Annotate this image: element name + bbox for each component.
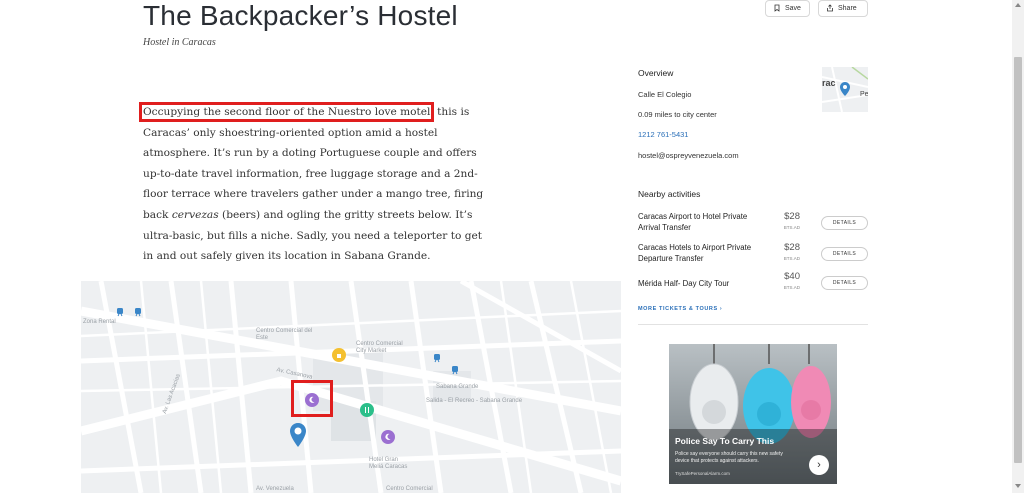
highlighted-text: Occupying the second floor of the Nuestr…: [138, 102, 435, 122]
map-label-centro-comercial: Centro Comercial del Este: [256, 328, 313, 341]
page-title: The Backpacker’s Hostel: [143, 0, 458, 31]
bookmark-icon: [773, 4, 781, 14]
ad-next-button[interactable]: ›: [809, 455, 829, 475]
mini-map-label-2: Pe: [860, 91, 868, 98]
mini-map[interactable]: rac Pe: [822, 67, 868, 112]
scroll-up-arrow-icon[interactable]: [1015, 3, 1021, 7]
mini-map-label: rac: [822, 78, 836, 88]
details-button[interactable]: DETAILS: [821, 216, 868, 230]
activity-name[interactable]: Mérida Half- Day City Tour: [638, 278, 768, 289]
description: Occupying the second floor of the Nuestr…: [138, 102, 495, 267]
map-highlight-box: [291, 380, 333, 417]
divider: [638, 324, 868, 325]
description-em: cervezas: [171, 208, 219, 221]
restaurant-pin-icon[interactable]: [360, 403, 374, 417]
location-marker-icon[interactable]: [289, 422, 307, 453]
phone-link[interactable]: 1212 761-5431: [638, 130, 688, 139]
nearby-title: Nearby activities: [638, 189, 701, 199]
share-label: Share: [838, 5, 857, 12]
more-tickets-link[interactable]: MORE TICKETS & TOURS ›: [638, 306, 722, 312]
activity-name[interactable]: Caracas Hotels to Airport Private Depart…: [638, 242, 768, 264]
train-icon: [131, 305, 145, 319]
scroll-thumb[interactable]: [1014, 57, 1022, 463]
save-button[interactable]: Save: [765, 0, 810, 17]
address: Calle El Colegio: [638, 90, 692, 99]
advertisement[interactable]: Police Say To Carry This Police say ever…: [669, 344, 837, 484]
overview-title: Overview: [638, 68, 674, 78]
hotel-pin-icon[interactable]: [381, 430, 395, 444]
train-icon: [113, 305, 127, 319]
activity-price-note: BTS.AD: [783, 225, 800, 230]
map-streets: [81, 281, 621, 493]
details-button[interactable]: DETAILS: [821, 247, 868, 261]
scroll-down-arrow-icon[interactable]: [1015, 484, 1021, 488]
activity-price-note: BTS.AD: [783, 285, 800, 290]
activity-price: $28: [784, 211, 800, 222]
share-button[interactable]: Share: [818, 0, 868, 17]
save-label: Save: [785, 5, 801, 12]
shopping-pin-icon[interactable]: [332, 348, 346, 362]
activity-price-note: BTS.AD: [783, 256, 800, 261]
map-label-centro-comercial-bottom: Centro Comercial: [386, 486, 433, 492]
activity-price: $40: [784, 271, 800, 282]
map-label-zona-rental: Zona Rental: [83, 319, 116, 325]
distance: 0.09 miles to city center: [638, 110, 717, 119]
map-label-sabana-grande: Sabana Grande: [436, 384, 479, 390]
more-tickets-label: MORE TICKETS & TOURS: [638, 306, 718, 312]
details-button[interactable]: DETAILS: [821, 276, 868, 290]
activity-price: $28: [784, 242, 800, 253]
email[interactable]: hostel@ospreyvenezuela.com: [638, 151, 739, 160]
share-icon: [826, 3, 834, 14]
scrollbar[interactable]: [1012, 0, 1024, 493]
map-label-city-market: Centro Comercial City Market: [356, 341, 403, 354]
activity-name[interactable]: Caracas Airport to Hotel Private Arrival…: [638, 211, 768, 233]
mini-map-marker-icon: [839, 81, 851, 102]
ad-source: TrySafePersonalAlarm.com: [675, 471, 730, 476]
ad-headline: Police Say To Carry This: [675, 436, 775, 446]
page-subtitle: Hostel in Caracas: [143, 37, 216, 48]
description-part1: , this is Caracas’ only shoestring-orien…: [143, 106, 484, 221]
map-label-hotel: Hotel Gran Meliá Caracas: [369, 457, 408, 470]
map-label-av-venezuela: Av. Venezuela: [256, 486, 294, 492]
train-icon: [430, 351, 444, 365]
location-map[interactable]: Zona Rental Centro Comercial del Este Ce…: [81, 281, 621, 493]
ad-body: Police say everyone should carry this ne…: [675, 451, 783, 464]
map-label-salida: Salida - El Recreo - Sabana Grande: [426, 398, 523, 404]
train-icon: [448, 363, 462, 377]
chevron-right-icon: ›: [719, 306, 723, 312]
